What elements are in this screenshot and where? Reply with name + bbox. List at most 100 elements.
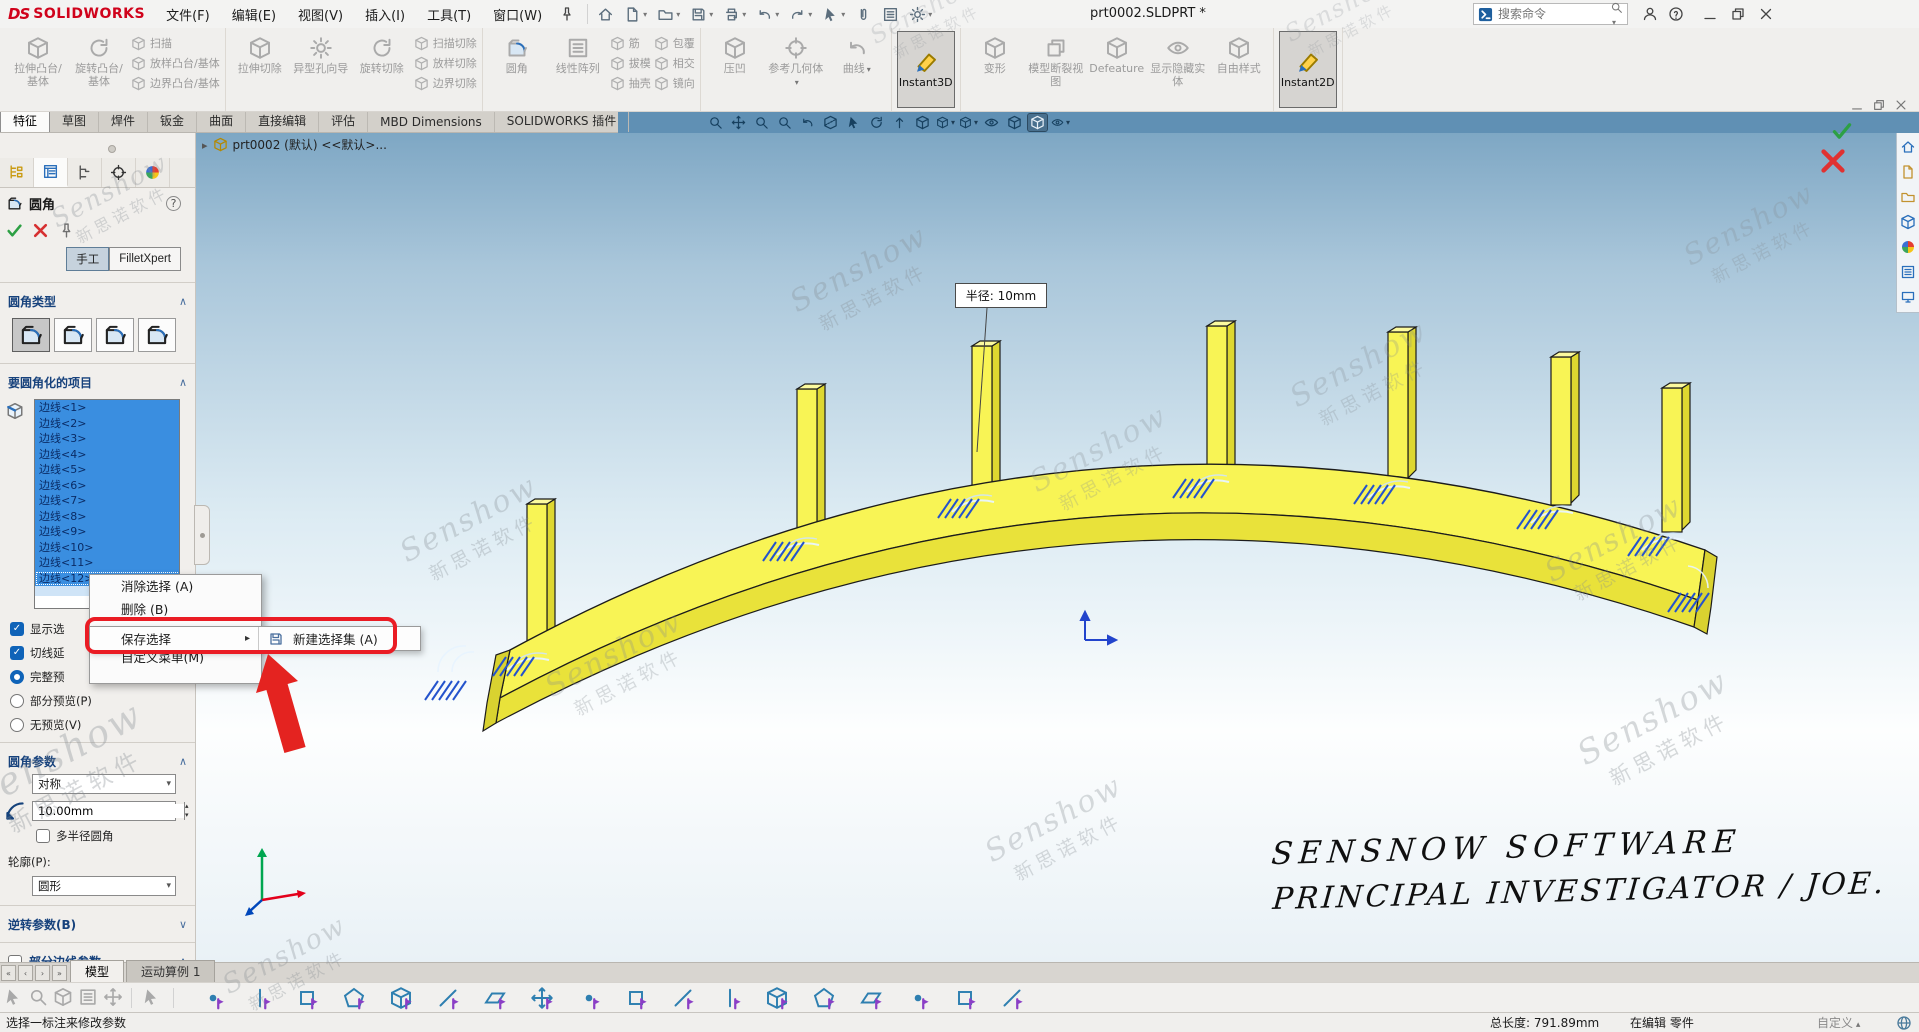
home-icon[interactable]	[594, 4, 617, 25]
snap-tool-icon[interactable]	[671, 986, 697, 1010]
help-icon[interactable]	[1664, 2, 1688, 26]
ribbon-button-线性阵列[interactable]: 线性阵列	[549, 31, 607, 108]
design-library-icon[interactable]	[1900, 164, 1916, 180]
zoom-to-area-icon[interactable]	[775, 114, 794, 131]
last-tab-button[interactable]: »	[52, 965, 67, 981]
edge-list-item[interactable]: 边线<8>	[35, 509, 179, 525]
ribbon-button-显示隐藏实体[interactable]: 显示隐藏实体	[1149, 31, 1207, 108]
save-icon[interactable]	[687, 4, 716, 25]
new-document-icon[interactable]	[621, 4, 650, 25]
document-restore-icon[interactable]	[1872, 98, 1886, 112]
propertymanager-tab[interactable]	[34, 158, 68, 187]
status-custom-dropdown[interactable]: 自定义	[1817, 1014, 1860, 1031]
solidworks-forum-icon[interactable]	[1900, 289, 1916, 305]
snap-tool-icon[interactable]	[342, 986, 368, 1010]
confirm-ok-icon[interactable]	[1831, 120, 1853, 142]
tab-钣金[interactable]: 钣金	[148, 109, 197, 132]
snap-tool-icon[interactable]	[906, 986, 932, 1010]
menu-item-插入(I)[interactable]: 插入(I)	[354, 0, 416, 29]
command-search[interactable]	[1473, 3, 1628, 25]
snap-tool-icon[interactable]	[765, 986, 791, 1010]
menu-item-视图(V)[interactable]: 视图(V)	[287, 0, 354, 29]
options-icon[interactable]	[906, 4, 935, 25]
snap-tool-icon[interactable]	[436, 986, 462, 1010]
ribbon-button-异型孔向导[interactable]: 异型孔向导	[292, 31, 350, 108]
search-icon[interactable]	[1610, 1, 1623, 28]
section-setback-parameters[interactable]: 逆转参数(B)	[0, 911, 195, 937]
tab-SOLIDWORKS 插件[interactable]: SOLIDWORKS 插件	[495, 109, 629, 132]
tab-MBD Dimensions[interactable]: MBD Dimensions	[368, 112, 495, 132]
select-tool-icon[interactable]	[141, 987, 167, 1009]
rotate-view-icon[interactable]	[867, 114, 886, 131]
ribbon-button-包覆[interactable]: 包覆	[654, 35, 695, 51]
previous-view-icon[interactable]	[798, 114, 817, 131]
up-axis-icon[interactable]	[890, 114, 909, 131]
account-icon[interactable]	[1638, 2, 1662, 26]
ribbon-button-放样切除[interactable]: 放样切除	[414, 55, 477, 71]
close-button[interactable]	[1754, 2, 1778, 26]
minimize-button[interactable]	[1698, 2, 1722, 26]
spinner-buttons[interactable]: ▴▾	[184, 802, 189, 820]
multi-radius-checkbox[interactable]	[36, 829, 50, 843]
manual-mode-button[interactable]: 手工	[66, 247, 109, 271]
variable-size-fillet-button[interactable]	[54, 318, 92, 352]
ribbon-button-压凹[interactable]: 压凹	[706, 31, 764, 108]
undo-icon[interactable]	[753, 4, 782, 25]
part-name[interactable]: prt0002 (默认) <<默认>...	[233, 136, 387, 153]
snap-tool-icon[interactable]	[483, 986, 509, 1010]
next-tab-button[interactable]: ›	[35, 965, 50, 981]
configurationmanager-tab[interactable]	[68, 158, 102, 187]
menu-item-编辑(E)[interactable]: 编辑(E)	[221, 0, 287, 29]
profile-dropdown[interactable]: 圆形	[32, 876, 176, 896]
ribbon-button-镜向[interactable]: 镜向	[654, 75, 695, 91]
ribbon-button-Instant3D[interactable]: Instant3D	[897, 31, 955, 108]
edge-list-item[interactable]: 边线<2>	[35, 416, 179, 432]
arch-top-face[interactable]	[500, 464, 1705, 698]
ribbon-button-变形[interactable]: 变形	[966, 31, 1024, 108]
feature-tree-flyout[interactable]: prt0002 (默认) <<默认>...	[202, 136, 387, 153]
snap-tool-icon[interactable]	[812, 986, 838, 1010]
expand-icon[interactable]	[179, 918, 187, 931]
displaymanager-tab[interactable]	[136, 158, 170, 187]
hide-show-items-icon[interactable]	[982, 114, 1001, 131]
tab-草图[interactable]: 草图	[50, 109, 99, 132]
custom-properties-icon[interactable]	[1900, 264, 1916, 280]
menu-item-new-selection-set[interactable]: 新建选择集 (A)	[293, 629, 378, 648]
help-icon[interactable]	[166, 196, 181, 211]
tool-magnifier-icon[interactable]	[28, 987, 50, 1009]
document-minimize-icon[interactable]	[1850, 98, 1864, 112]
menu-item-工具(T)[interactable]: 工具(T)	[416, 0, 482, 29]
search-input[interactable]	[1498, 7, 1605, 21]
ribbon-button-旋转凸台/基体[interactable]: 旋转凸台/基体	[70, 31, 128, 108]
ribbon-button-旋转切除[interactable]: 旋转切除	[353, 31, 411, 108]
snap-tool-icon[interactable]	[953, 986, 979, 1010]
edit-appearance-icon[interactable]	[1005, 114, 1024, 131]
file-explorer-icon[interactable]	[1900, 189, 1916, 205]
edge-list-item[interactable]: 边线<4>	[35, 447, 179, 463]
print-icon[interactable]	[720, 4, 749, 25]
edge-list-item[interactable]: 边线<1>	[35, 400, 179, 416]
view-orientation-icon[interactable]	[936, 114, 955, 131]
display-style-icon[interactable]	[959, 114, 978, 131]
zoom-in-out-icon[interactable]	[752, 114, 771, 131]
section-fillet-type[interactable]: 圆角类型	[0, 288, 195, 314]
pin-menu-icon[interactable]	[559, 6, 575, 22]
snap-tool-icon[interactable]	[859, 986, 885, 1010]
selection-filter-icon[interactable]	[852, 4, 875, 25]
confirm-cancel-icon[interactable]	[1818, 146, 1848, 176]
panel-collapse-handle[interactable]	[194, 505, 210, 565]
show-toolbar-checkbox[interactable]	[10, 622, 24, 636]
flyout-arrow-icon[interactable]	[202, 138, 208, 152]
edge-list-item[interactable]: 边线<5>	[35, 462, 179, 478]
radius-input[interactable]	[33, 804, 184, 818]
3d-drawing-view-icon[interactable]	[913, 114, 932, 131]
save-selection-row[interactable]: 保存选择 新建选择集 (A)	[89, 626, 421, 651]
tool-cursor-icon[interactable]	[3, 987, 25, 1009]
snap-tool-icon[interactable]	[530, 986, 556, 1010]
collapse-icon[interactable]	[179, 295, 187, 308]
pan-icon[interactable]	[729, 114, 748, 131]
full-round-fillet-button[interactable]	[138, 318, 176, 352]
collapse-icon[interactable]	[179, 376, 187, 389]
dynamic-annotation-icon[interactable]	[844, 114, 863, 131]
constant-size-fillet-button[interactable]	[12, 318, 50, 352]
